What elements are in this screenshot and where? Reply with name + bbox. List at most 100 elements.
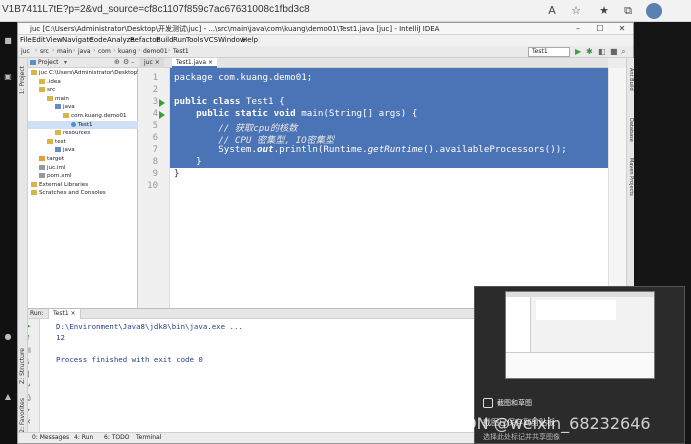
screenshot-thumbnail[interactable] — [505, 291, 655, 379]
tree-item-label: java — [63, 104, 75, 111]
file-icon — [39, 164, 45, 170]
menu-bar: File Edit View Navigate Code Analyze Ref… — [18, 35, 633, 46]
chevron-down-icon[interactable]: ▾ — [64, 59, 67, 66]
tree-item[interactable]: .idea — [28, 78, 138, 87]
run-config-select[interactable]: Test1 — [528, 47, 570, 57]
gear-icon[interactable]: ⚙ — [123, 58, 129, 66]
run-main-gutter-icon[interactable] — [159, 111, 165, 119]
folder-icon — [39, 155, 45, 161]
run-label: Run: — [30, 310, 44, 317]
file-icon — [39, 173, 45, 179]
maximize-button[interactable]: ☐ — [589, 23, 611, 34]
menu-refactor[interactable]: Refactor — [130, 36, 159, 44]
stop-icon[interactable]: ■ — [610, 47, 618, 57]
folder-icon — [55, 147, 61, 153]
code-text: System. — [174, 144, 257, 155]
folder-icon — [47, 138, 53, 144]
menu-file[interactable]: File — [20, 36, 32, 44]
tree-item-label: Scratches and Consoles — [39, 190, 106, 197]
tree-item[interactable]: target — [28, 155, 138, 164]
hide-icon[interactable]: – — [131, 58, 135, 66]
menu-code[interactable]: Code — [89, 36, 107, 44]
ide-title: juc [C:\Users\Administrator\Desktop\开发测试… — [30, 25, 440, 33]
menu-vcs[interactable]: VCS — [204, 36, 218, 44]
tree-item[interactable]: Scratches and Consoles — [28, 189, 138, 198]
collections-icon[interactable]: ⧉ — [620, 3, 636, 19]
coverage-icon[interactable]: ◧ — [598, 47, 606, 57]
tree-item[interactable]: Test1 — [28, 120, 138, 130]
favorites-tool-tab[interactable]: 2: Favorites — [19, 398, 26, 433]
breadcrumb-kuang[interactable]: kuang — [118, 48, 136, 55]
menu-tools[interactable]: Tools — [186, 36, 203, 44]
tree-item[interactable]: juc C:\Users\Administrator\Desktop\开 — [28, 69, 145, 78]
target-icon[interactable]: ⊕ — [114, 58, 120, 66]
tree-item[interactable]: resources — [28, 129, 138, 138]
line-number: 6 — [152, 133, 158, 143]
run-tab-test1[interactable]: Test1 × — [48, 309, 81, 319]
editor-scrollbar[interactable] — [608, 68, 626, 308]
tree-item[interactable]: juc.iml — [28, 164, 138, 173]
editor-gutter: 1 2 3 4 5 6 7 8 9 10 — [138, 68, 170, 308]
project-panel: Project ▾ ⊕ ⚙ – juc C:\Users\Administrat… — [28, 58, 145, 308]
chevron-right-icon: › — [93, 47, 96, 54]
menu-build[interactable]: Build — [156, 36, 174, 44]
project-icon — [30, 60, 36, 65]
address-bar[interactable]: V1B7411L7tE?p=2&vd_source=cf8c1107f859c7… — [2, 4, 310, 15]
messages-tab[interactable]: 0: Messages — [32, 434, 69, 441]
breadcrumb-demo01[interactable]: demo01 — [143, 48, 168, 55]
tree-item-label: External Libraries — [39, 181, 89, 188]
tree-item[interactable]: java — [28, 103, 138, 112]
close-button[interactable]: ✕ — [611, 23, 633, 34]
run-tab[interactable]: 4: Run — [74, 434, 93, 441]
menu-view[interactable]: View — [46, 36, 63, 44]
folder-icon — [31, 70, 37, 75]
line-number: 4 — [152, 109, 158, 119]
folder-icon — [55, 104, 61, 110]
tree-item-label: .idea — [47, 78, 61, 85]
tab-test1-java[interactable]: Test1.java × — [172, 58, 218, 68]
favorites-icon[interactable]: ★ — [596, 3, 612, 19]
chevron-right-icon: › — [35, 47, 38, 54]
console-line: D:\Environment\Java8\jdk8\bin\java.exe .… — [56, 322, 243, 331]
structure-tool-tab[interactable]: Z: Structure — [19, 348, 26, 384]
breadcrumb-com[interactable]: com — [98, 48, 111, 55]
debug-icon[interactable]: ✱ — [586, 47, 593, 57]
tab-juc[interactable]: juc × — [140, 58, 164, 68]
breadcrumb-test1[interactable]: Test1 — [173, 48, 189, 55]
tree-item[interactable]: test — [28, 138, 138, 147]
folder-icon — [55, 130, 61, 136]
project-tool-tab[interactable]: 1: Project — [19, 66, 26, 94]
line-number: 3 — [152, 97, 158, 107]
breadcrumb-juc[interactable]: juc — [21, 48, 30, 55]
menu-help[interactable]: Help — [242, 36, 258, 44]
menu-run[interactable]: Run — [173, 36, 186, 44]
line-number: 2 — [152, 85, 158, 95]
tree-item[interactable]: java — [28, 146, 138, 155]
tree-item[interactable]: External Libraries — [28, 181, 138, 190]
chevron-right-icon: › — [168, 47, 171, 54]
tree-item[interactable]: pom.xml — [28, 172, 138, 181]
left-tool-strip: 1: Project — [18, 58, 28, 308]
terminal-tab[interactable]: Terminal — [136, 434, 161, 441]
tree-item[interactable]: com.kuang.demo01 — [28, 112, 138, 121]
profile-avatar[interactable] — [646, 3, 662, 19]
file-icon — [71, 121, 76, 127]
breadcrumb-main[interactable]: main — [57, 48, 72, 55]
search-icon[interactable]: ⌕ — [621, 47, 625, 57]
breadcrumb-java[interactable]: java — [78, 48, 91, 55]
tree-item-label: juc.iml — [47, 164, 66, 171]
run-icon[interactable]: ▶ — [575, 47, 581, 57]
code-editor[interactable]: package com.kuang.demo01; public class T… — [170, 68, 608, 308]
read-aloud-icon[interactable]: A — [544, 3, 560, 19]
minimize-button[interactable]: – — [567, 23, 589, 34]
right-tool-strip: Ant Build Database Maven Projects — [626, 58, 634, 308]
ide-title-bar: juc [C:\Users\Administrator\Desktop\开发测试… — [18, 23, 633, 35]
todo-tab[interactable]: 6: TODO — [104, 434, 129, 441]
breadcrumb-src[interactable]: src — [40, 48, 49, 55]
favorite-icon[interactable]: ☆ — [568, 3, 584, 19]
project-panel-title[interactable]: Project — [38, 59, 59, 66]
run-class-gutter-icon[interactable] — [159, 99, 165, 107]
tree-item[interactable]: src — [28, 86, 138, 95]
menu-edit[interactable]: Edit — [32, 36, 46, 44]
tree-item[interactable]: main — [28, 95, 138, 104]
